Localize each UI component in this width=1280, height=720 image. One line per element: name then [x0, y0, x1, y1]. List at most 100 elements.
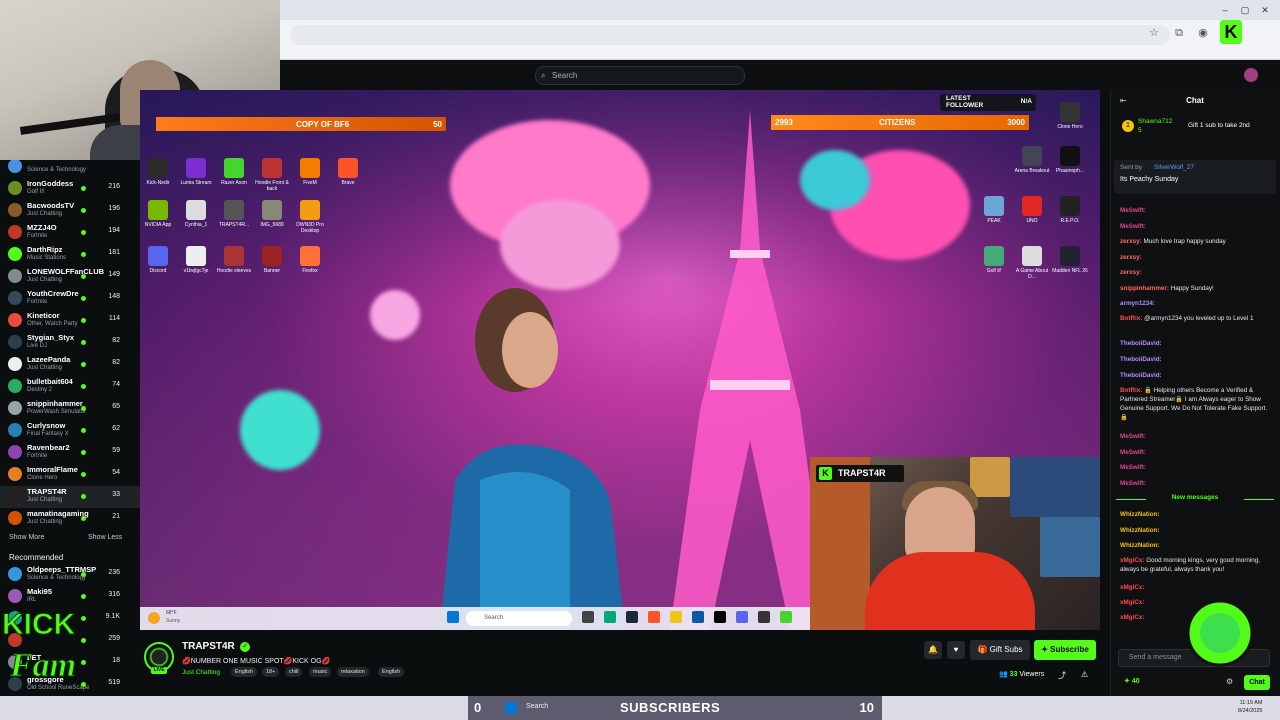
sidebar-channel[interactable]: YouthCrewDre Fortnite 148: [0, 288, 140, 310]
stream-tag[interactable]: music: [309, 667, 332, 677]
chat-message[interactable]: WhizzNation:: [1120, 541, 1270, 550]
chat-username[interactable]: MeSwift:: [1120, 449, 1146, 456]
stream-tag[interactable]: English: [231, 667, 258, 677]
desktop-icon[interactable]: TRAPST4R...: [216, 200, 252, 228]
profile-icon[interactable]: ◉: [1196, 26, 1210, 40]
desktop-icon[interactable]: NVIDIA App: [140, 200, 176, 228]
taskbar-app-icon[interactable]: [582, 611, 594, 623]
chat-username[interactable]: snippinhammer:: [1120, 285, 1169, 292]
taskbar-search[interactable]: Search: [466, 611, 572, 626]
sidebar-channel[interactable]: MZZJ4O Fortnite 194: [0, 222, 140, 244]
system-clock[interactable]: 11:19 AM 8/24/2025: [1238, 699, 1262, 715]
desktop-icon[interactable]: Razer Axon: [216, 158, 252, 186]
desktop-icon[interactable]: Kick-Nedir: [140, 158, 176, 186]
chat-message[interactable]: BotRix: 🔒 Helping others Become a Verifi…: [1120, 386, 1270, 422]
sidebar-channel[interactable]: bulletbait604 Destiny 2 74: [0, 376, 140, 398]
desktop-icon[interactable]: IMG_5689: [254, 200, 290, 228]
chat-username[interactable]: WhizzNation:: [1120, 511, 1160, 518]
desktop-icon[interactable]: UNO: [1014, 196, 1050, 224]
stream-tag[interactable]: chill: [285, 667, 303, 677]
taskbar-app-icon[interactable]: [604, 611, 616, 623]
star-icon[interactable]: ☆: [1147, 26, 1161, 40]
desktop-icon[interactable]: Phasmoph...: [1052, 146, 1088, 174]
streamer-name[interactable]: TRAPST4R: [182, 641, 235, 652]
chat-message[interactable]: MeSwift:: [1120, 206, 1270, 215]
discord-icon[interactable]: [736, 611, 748, 623]
edge-icon[interactable]: [692, 611, 704, 623]
show-less-link[interactable]: Show Less: [88, 534, 122, 541]
windows-start-icon[interactable]: [505, 702, 517, 714]
maximize-button[interactable]: ▢: [1238, 4, 1252, 16]
chat-message[interactable]: WhizzNation:: [1120, 526, 1270, 535]
desktop-icon[interactable]: Banner: [254, 246, 290, 274]
share-icon[interactable]: ⤴: [1058, 670, 1066, 681]
chat-message[interactable]: TheboiiDavid:: [1120, 371, 1270, 380]
sidebar-channel[interactable]: LONEWOLFFanCLUB Just Chatting 149: [0, 266, 140, 288]
report-icon[interactable]: ⚠: [1081, 670, 1088, 679]
subscribe-button[interactable]: ✦ Subscribe: [1034, 640, 1096, 660]
desktop-icon[interactable]: Hoodie Front & back: [254, 158, 290, 192]
show-more-link[interactable]: Show More: [9, 534, 44, 541]
chat-message[interactable]: armyn1234:: [1120, 299, 1270, 308]
chat-username[interactable]: zerxsy:: [1120, 238, 1142, 245]
desktop-icon[interactable]: Firefox: [292, 246, 328, 274]
desktop-icon[interactable]: A Game About D...: [1014, 246, 1050, 280]
desktop-icon[interactable]: PEAK: [976, 196, 1012, 224]
minimize-button[interactable]: –: [1218, 4, 1232, 16]
chat-username[interactable]: MeSwift:: [1120, 464, 1146, 471]
sidebar-channel[interactable]: mamatinagaming Just Chatting 21: [0, 508, 140, 530]
chat-username[interactable]: TheboiiDavid:: [1120, 340, 1162, 347]
kick-extension-icon[interactable]: K: [1220, 20, 1242, 44]
gear-icon[interactable]: ⚙: [1226, 677, 1233, 686]
windows-search[interactable]: Search: [526, 703, 548, 710]
sidebar-channel[interactable]: Stygian_Styx Live DJ 82: [0, 332, 140, 354]
channel-points[interactable]: ✦ 40: [1124, 677, 1140, 685]
folder-icon[interactable]: [670, 611, 682, 623]
sidebar-channel[interactable]: ImmoralFlame Clone Hero 54: [0, 464, 140, 486]
desktop-icon[interactable]: DWN3D Pro Desktop: [292, 200, 328, 234]
chat-username[interactable]: zerxsy:: [1120, 254, 1142, 261]
stream-category[interactable]: Just Chatting: [182, 669, 220, 676]
chat-username[interactable]: zerxsy:: [1120, 269, 1142, 276]
brave-icon[interactable]: [648, 611, 660, 623]
chat-username[interactable]: TheboiiDavid:: [1120, 372, 1162, 379]
desktop-icon[interactable]: Discord: [140, 246, 176, 274]
sidebar-channel[interactable]: Kineticor Other, Watch Party 114: [0, 310, 140, 332]
desktop-icon[interactable]: Madden NFL 26: [1052, 246, 1088, 274]
chat-username[interactable]: WhizzNation:: [1120, 542, 1160, 549]
sidebar-channel[interactable]: LazeePanda Just Chatting 82: [0, 354, 140, 376]
chat-username[interactable]: MeSwift:: [1120, 480, 1146, 487]
chat-message[interactable]: xMgiCx: Good morning kings, very good mo…: [1120, 556, 1270, 574]
chat-message[interactable]: WhizzNation:: [1120, 510, 1270, 519]
extensions-icon[interactable]: ⧉: [1172, 26, 1186, 40]
desktop-icon[interactable]: FiveM: [292, 158, 328, 186]
desktop-icon[interactable]: v1bvjlgc7je: [178, 246, 214, 274]
stream-tag[interactable]: English: [378, 667, 405, 677]
chat-username[interactable]: armyn1234:: [1120, 300, 1155, 307]
obs-icon[interactable]: [758, 611, 770, 623]
chat-username[interactable]: xMgiCx:: [1120, 614, 1145, 621]
chat-username[interactable]: BotRix:: [1120, 387, 1142, 394]
chat-message[interactable]: MeSwift:: [1120, 448, 1270, 457]
razer-icon[interactable]: [780, 611, 792, 623]
chat-message[interactable]: xMgiCx:: [1120, 583, 1270, 592]
chat-message[interactable]: MeSwift:: [1120, 479, 1270, 488]
gift-subs-button[interactable]: 🎁 Gift Subs: [970, 640, 1030, 660]
stream-tag[interactable]: relaxation: [337, 667, 369, 677]
recommended-channel[interactable]: Oldpeeps_TTRMSP Science & Technology 236: [0, 564, 140, 586]
tiktok-icon[interactable]: [714, 611, 726, 623]
chat-username[interactable]: xMgiCx:: [1120, 557, 1145, 564]
send-chat-button[interactable]: Chat: [1244, 675, 1270, 690]
follow-heart-button[interactable]: ♥: [947, 641, 965, 659]
sidebar-channel[interactable]: DarthRipz Music Stations 181: [0, 244, 140, 266]
steam-icon[interactable]: [626, 611, 638, 623]
chat-username[interactable]: TheboiiDavid:: [1120, 356, 1162, 363]
sidebar-channel[interactable]: Curlysnow Final Fantasy X 62: [0, 420, 140, 442]
search-input[interactable]: ⌕ Search: [535, 66, 745, 85]
desktop-icon[interactable]: Lumia Stream: [178, 158, 214, 186]
desktop-icon[interactable]: Hoodie sleeves: [216, 246, 252, 274]
address-bar[interactable]: [290, 25, 1170, 45]
chat-message[interactable]: snippinhammer: Happy Sunday!: [1120, 284, 1270, 293]
chat-message[interactable]: TheboiiDavid:: [1120, 339, 1270, 348]
user-avatar[interactable]: [1244, 68, 1258, 82]
